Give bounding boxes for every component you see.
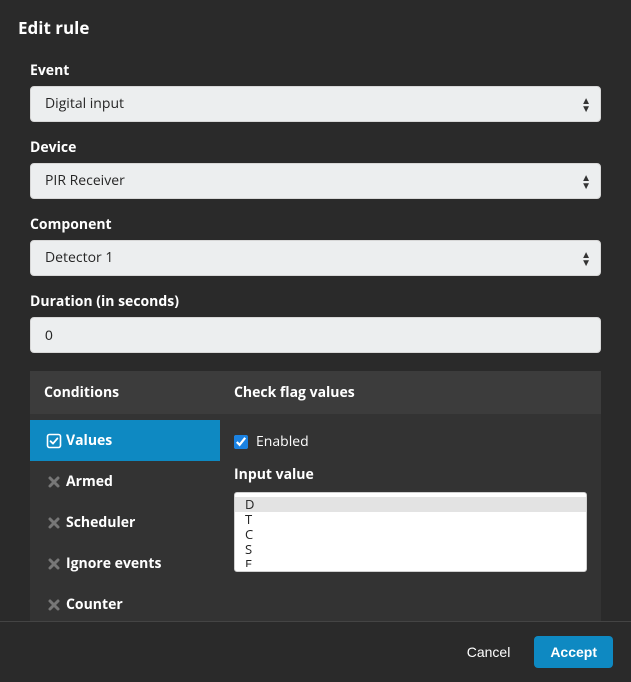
event-select[interactable]: Digital input [30,86,601,122]
tab-label: Scheduler [66,513,135,532]
enabled-row: Enabled [234,432,587,451]
dialog-footer: Cancel Accept [0,621,631,682]
conditions-header: Conditions Check flag values [30,371,601,414]
component-select-wrap: Detector 1 ▲▼ [30,240,601,276]
x-icon [46,597,62,613]
device-label: Device [30,138,601,157]
event-label: Event [30,61,601,80]
x-icon [46,515,62,531]
input-value-listbox-wrap: D T C S E [234,492,587,572]
component-select[interactable]: Detector 1 [30,240,601,276]
duration-label: Duration (in seconds) [30,292,601,311]
x-icon [46,474,62,490]
dialog-title: Edit rule [18,16,613,39]
device-select[interactable]: PIR Receiver [30,163,601,199]
tab-values[interactable]: Values [30,420,220,461]
component-group: Component Detector 1 ▲▼ [30,215,601,276]
enabled-checkbox[interactable] [234,435,248,449]
accept-button[interactable]: Accept [534,636,613,668]
component-label: Component [30,215,601,234]
device-select-wrap: PIR Receiver ▲▼ [30,163,601,199]
event-select-wrap: Digital input ▲▼ [30,86,601,122]
list-item[interactable]: C [235,527,586,542]
list-item[interactable]: S [235,542,586,557]
conditions-content: Enabled Input value D T C S E [220,414,601,621]
tab-label: Armed [66,472,113,491]
check-square-icon [46,433,62,449]
dialog-body: Event Digital input ▲▼ Device PIR Receiv… [0,51,631,621]
dialog-header: Edit rule [0,0,631,51]
enabled-label: Enabled [256,432,309,451]
conditions-subheading: Check flag values [220,371,601,414]
conditions-tabs: Values Armed Scheduler [30,414,220,621]
tab-label: Ignore events [66,554,161,573]
conditions-panel: Conditions Check flag values Values [30,371,601,621]
edit-rule-dialog: Edit rule Event Digital input ▲▼ Device … [0,0,631,682]
list-item[interactable]: T [235,512,586,527]
tab-counter[interactable]: Counter [30,584,220,621]
device-group: Device PIR Receiver ▲▼ [30,138,601,199]
event-group: Event Digital input ▲▼ [30,61,601,122]
duration-input[interactable] [30,317,601,353]
x-icon [46,556,62,572]
tab-label: Values [66,431,112,450]
tab-label: Counter [66,595,123,614]
list-item[interactable]: D [235,497,586,512]
input-value-label: Input value [234,465,587,484]
conditions-heading: Conditions [30,371,220,414]
conditions-body: Values Armed Scheduler [30,414,601,621]
duration-group: Duration (in seconds) [30,292,601,353]
input-value-listbox[interactable]: D T C S E [235,497,586,567]
tab-armed[interactable]: Armed [30,461,220,502]
cancel-button[interactable]: Cancel [451,636,527,668]
list-item[interactable]: E [235,557,586,567]
tab-scheduler[interactable]: Scheduler [30,502,220,543]
tab-ignore-events[interactable]: Ignore events [30,543,220,584]
